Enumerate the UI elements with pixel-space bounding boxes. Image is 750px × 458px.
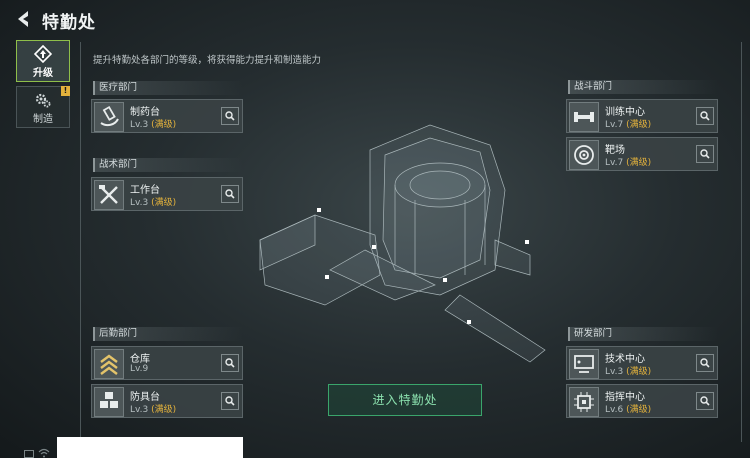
inspect-button[interactable] <box>221 354 239 372</box>
gears-icon <box>35 93 51 108</box>
facility-level: Lv.7 (满级) <box>605 158 652 168</box>
redacted-overlay <box>57 437 243 458</box>
facility-name: 仓库 <box>130 354 150 365</box>
magnifier-icon <box>700 358 710 368</box>
battery-icon <box>24 450 34 458</box>
facility-name: 防具台 <box>130 392 160 403</box>
facility-level: Lv.3 (满级) <box>605 367 652 377</box>
magnifier-icon <box>700 111 710 121</box>
facility-card-pharmacy[interactable]: 制药台 Lv.3 (满级) <box>91 99 243 133</box>
magnifier-icon <box>700 396 710 406</box>
base-building-illustration <box>259 124 546 363</box>
pharmacy-icon-box <box>94 102 124 132</box>
facility-card-tech[interactable]: 技术中心 Lv.3 (满级) <box>566 346 718 380</box>
inspect-button[interactable] <box>221 392 239 410</box>
dept-header-research: 研发部门 <box>568 327 718 341</box>
facility-name: 工作台 <box>130 185 160 196</box>
wifi-icon <box>38 448 50 458</box>
facility-level: Lv.3 (满级) <box>130 198 177 208</box>
magnifier-icon <box>700 149 710 159</box>
inspect-button[interactable] <box>696 354 714 372</box>
tab-upgrade-label: 升级 <box>33 68 53 79</box>
inspect-button[interactable] <box>221 185 239 203</box>
dept-header-logistics: 后勤部门 <box>93 327 243 341</box>
command-icon-box <box>569 387 599 417</box>
facility-name: 指挥中心 <box>605 392 645 403</box>
dept-header-medical: 医疗部门 <box>93 81 243 95</box>
armor-icon-box <box>94 387 124 417</box>
page-title: 特勤处 <box>42 13 96 33</box>
facility-level: Lv.3 (满级) <box>130 120 177 130</box>
facility-card-training[interactable]: 训练中心 Lv.7 (满级) <box>566 99 718 133</box>
workbench-icon <box>99 185 118 204</box>
warehouse-icon <box>100 354 118 375</box>
facility-card-armor[interactable]: 防具台 Lv.3 (满级) <box>91 384 243 418</box>
facility-name: 制药台 <box>130 107 160 118</box>
tab-upgrade[interactable]: 升级 <box>16 40 70 82</box>
magnifier-icon <box>225 358 235 368</box>
alert-badge: ! <box>61 86 70 96</box>
facility-level: Lv.9 <box>130 364 149 374</box>
facility-level: Lv.3 (满级) <box>130 405 177 415</box>
enter-button[interactable]: 进入特勤处 <box>328 384 482 416</box>
facility-level: Lv.7 (满级) <box>605 120 652 130</box>
facility-name: 靶场 <box>605 145 625 156</box>
magnifier-icon <box>225 189 235 199</box>
magnifier-icon <box>225 111 235 121</box>
tech-icon-box <box>569 349 599 379</box>
back-arrow-icon[interactable] <box>14 10 34 28</box>
inspect-button[interactable] <box>696 392 714 410</box>
workbench-icon-box <box>94 180 124 210</box>
dept-header-combat: 战斗部门 <box>568 80 718 94</box>
target-icon <box>574 145 594 165</box>
tab-craft-label: 制造 <box>33 114 53 125</box>
training-icon <box>574 112 594 122</box>
training-icon-box <box>569 102 599 132</box>
inspect-button[interactable] <box>696 145 714 163</box>
inspect-button[interactable] <box>696 107 714 125</box>
tech-icon <box>574 355 594 373</box>
target-icon-box <box>569 140 599 170</box>
dept-header-tactical: 战术部门 <box>93 158 243 172</box>
inspect-button[interactable] <box>221 107 239 125</box>
magnifier-icon <box>225 396 235 406</box>
top-bar: 特勤处 <box>0 0 750 38</box>
warehouse-icon-box <box>94 349 124 379</box>
page-description: 提升特勤处各部门的等级，将获得能力提升和制造能力 <box>93 55 322 66</box>
command-icon <box>574 392 594 412</box>
facility-card-warehouse[interactable]: 仓库 Lv.9 <box>91 346 243 380</box>
facility-name: 训练中心 <box>605 107 645 118</box>
facility-card-range[interactable]: 靶场 Lv.7 (满级) <box>566 137 718 171</box>
facility-name: 技术中心 <box>605 354 645 365</box>
facility-card-workbench[interactable]: 工作台 Lv.3 (满级) <box>91 177 243 211</box>
facility-card-command[interactable]: 指挥中心 Lv.6 (满级) <box>566 384 718 418</box>
facility-level: Lv.6 (满级) <box>605 405 652 415</box>
armor-icon <box>100 392 118 408</box>
upgrade-icon <box>34 45 52 63</box>
tab-craft[interactable]: 制造 ! <box>16 86 70 128</box>
pharmacy-icon <box>100 105 119 127</box>
